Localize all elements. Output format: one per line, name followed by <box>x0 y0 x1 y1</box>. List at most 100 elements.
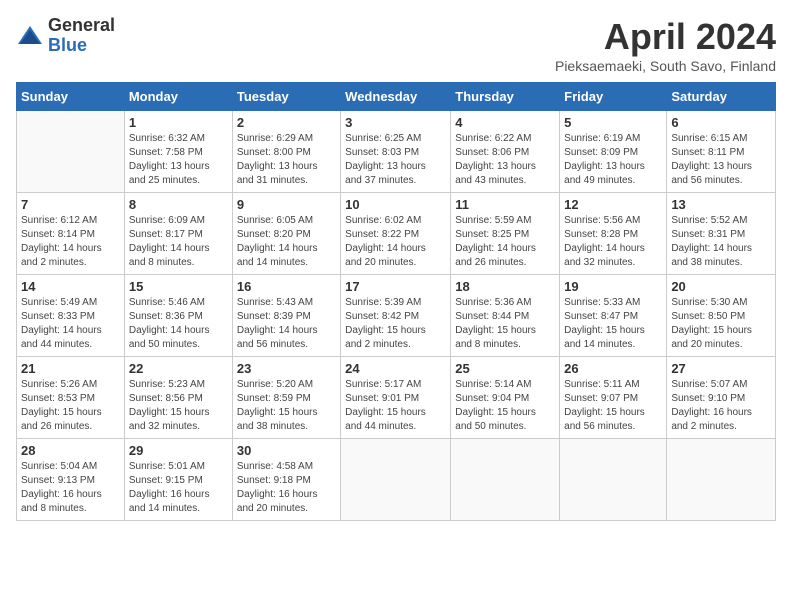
calendar-cell <box>667 439 776 521</box>
day-info: Sunrise: 5:01 AMSunset: 9:15 PMDaylight:… <box>129 460 228 516</box>
calendar-cell: 28Sunrise: 5:04 AMSunset: 9:13 PMDayligh… <box>17 439 125 521</box>
day-info: Sunrise: 5:56 AMSunset: 8:28 PMDaylight:… <box>564 214 662 270</box>
calendar-week-row: 1Sunrise: 6:32 AMSunset: 7:58 PMDaylight… <box>17 111 776 193</box>
day-info: Sunrise: 6:09 AMSunset: 8:17 PMDaylight:… <box>129 214 228 270</box>
calendar-cell: 11 Sunrise: 5:59 AMSunset: 8:25 PMDayligh… <box>451 193 560 275</box>
calendar-header-saturday: Saturday <box>667 83 776 111</box>
calendar-cell <box>17 111 125 193</box>
day-number: 14 <box>21 279 120 294</box>
calendar-cell: 2 Sunrise: 6:29 AMSunset: 8:00 PMDaylight… <box>232 111 340 193</box>
calendar-header-wednesday: Wednesday <box>341 83 451 111</box>
day-number: 8 <box>129 197 228 212</box>
logo: General Blue <box>16 16 115 56</box>
day-number: 19 <box>564 279 662 294</box>
day-info: Sunrise: 5:33 AMSunset: 8:47 PMDaylight:… <box>564 296 662 352</box>
day-info: Sunrise: 6:12 AMSunset: 8:14 PMDaylight:… <box>21 214 120 270</box>
calendar-cell: 15Sunrise: 5:46 AMSunset: 8:36 PMDayligh… <box>124 275 232 357</box>
day-info: Sunrise: 5:17 AMSunset: 9:01 PMDaylight:… <box>345 378 446 434</box>
day-info: Sunrise: 6:05 AMSunset: 8:20 PMDaylight:… <box>237 214 336 270</box>
calendar-cell: 16 Sunrise: 5:43 AMSunset: 8:39 PMDayligh… <box>232 275 340 357</box>
calendar-cell: 3Sunrise: 6:25 AMSunset: 8:03 PMDaylight… <box>341 111 451 193</box>
day-number: 13 <box>671 197 771 212</box>
calendar-week-row: 28Sunrise: 5:04 AMSunset: 9:13 PMDayligh… <box>17 439 776 521</box>
day-number: 9 <box>237 197 336 212</box>
day-info: Sunrise: 6:19 AMSunset: 8:09 PMDaylight:… <box>564 132 662 188</box>
day-info: Sunrise: 5:07 AMSunset: 9:10 PMDaylight:… <box>671 378 771 434</box>
day-number: 4 <box>455 115 555 130</box>
calendar-table: SundayMondayTuesdayWednesdayThursdayFrid… <box>16 82 776 521</box>
day-info: Sunrise: 4:58 AMSunset: 9:18 PMDaylight:… <box>237 460 336 516</box>
day-number: 12 <box>564 197 662 212</box>
day-info: Sunrise: 6:29 AMSunset: 8:00 PMDaylight:… <box>237 132 336 188</box>
calendar-cell: 17Sunrise: 5:39 AMSunset: 8:42 PMDayligh… <box>341 275 451 357</box>
calendar-cell: 18Sunrise: 5:36 AMSunset: 8:44 PMDayligh… <box>451 275 560 357</box>
day-number: 23 <box>237 361 336 376</box>
day-number: 25 <box>455 361 555 376</box>
calendar-header-tuesday: Tuesday <box>232 83 340 111</box>
day-info: Sunrise: 5:59 AMSunset: 8:25 PMDaylight:… <box>455 214 555 270</box>
day-info: Sunrise: 5:26 AMSunset: 8:53 PMDaylight:… <box>21 378 120 434</box>
day-info: Sunrise: 5:11 AMSunset: 9:07 PMDaylight:… <box>564 378 662 434</box>
calendar-week-row: 7 Sunrise: 6:12 AMSunset: 8:14 PMDaylight… <box>17 193 776 275</box>
day-number: 21 <box>21 361 120 376</box>
day-number: 11 <box>455 197 555 212</box>
page-header: General Blue April 2024 Pieksaemaeki, So… <box>16 16 776 74</box>
calendar-cell: 6 Sunrise: 6:15 AMSunset: 8:11 PMDaylight… <box>667 111 776 193</box>
title-block: April 2024 Pieksaemaeki, South Savo, Fin… <box>555 16 776 74</box>
calendar-header-sunday: Sunday <box>17 83 125 111</box>
calendar-cell: 22 Sunrise: 5:23 AMSunset: 8:56 PMDayligh… <box>124 357 232 439</box>
calendar-cell: 20Sunrise: 5:30 AMSunset: 8:50 PMDayligh… <box>667 275 776 357</box>
calendar-cell: 24 Sunrise: 5:17 AMSunset: 9:01 PMDayligh… <box>341 357 451 439</box>
calendar-cell: 4 Sunrise: 6:22 AMSunset: 8:06 PMDaylight… <box>451 111 560 193</box>
calendar-cell: 30 Sunrise: 4:58 AMSunset: 9:18 PMDayligh… <box>232 439 340 521</box>
day-info: Sunrise: 6:22 AMSunset: 8:06 PMDaylight:… <box>455 132 555 188</box>
day-info: Sunrise: 6:15 AMSunset: 8:11 PMDaylight:… <box>671 132 771 188</box>
logo-text: General Blue <box>48 16 115 56</box>
logo-blue: Blue <box>48 36 115 56</box>
day-number: 20 <box>671 279 771 294</box>
calendar-cell <box>451 439 560 521</box>
day-number: 7 <box>21 197 120 212</box>
day-number: 5 <box>564 115 662 130</box>
day-info: Sunrise: 5:46 AMSunset: 8:36 PMDaylight:… <box>129 296 228 352</box>
calendar-cell: 29 Sunrise: 5:01 AMSunset: 9:15 PMDayligh… <box>124 439 232 521</box>
day-info: Sunrise: 5:43 AMSunset: 8:39 PMDaylight:… <box>237 296 336 352</box>
day-number: 24 <box>345 361 446 376</box>
logo-icon <box>16 22 44 50</box>
calendar-cell: 25 Sunrise: 5:14 AMSunset: 9:04 PMDayligh… <box>451 357 560 439</box>
day-number: 30 <box>237 443 336 458</box>
day-number: 2 <box>237 115 336 130</box>
calendar-header-thursday: Thursday <box>451 83 560 111</box>
calendar-cell: 27 Sunrise: 5:07 AMSunset: 9:10 PMDayligh… <box>667 357 776 439</box>
day-number: 16 <box>237 279 336 294</box>
day-number: 10 <box>345 197 446 212</box>
calendar-cell: 9 Sunrise: 6:05 AMSunset: 8:20 PMDaylight… <box>232 193 340 275</box>
calendar-week-row: 14Sunrise: 5:49 AMSunset: 8:33 PMDayligh… <box>17 275 776 357</box>
day-number: 6 <box>671 115 771 130</box>
calendar-header-monday: Monday <box>124 83 232 111</box>
month-year: April 2024 <box>555 16 776 58</box>
day-number: 22 <box>129 361 228 376</box>
calendar-cell <box>560 439 667 521</box>
location: Pieksaemaeki, South Savo, Finland <box>555 58 776 74</box>
calendar-week-row: 21 Sunrise: 5:26 AMSunset: 8:53 PMDayligh… <box>17 357 776 439</box>
calendar-cell: 13Sunrise: 5:52 AMSunset: 8:31 PMDayligh… <box>667 193 776 275</box>
calendar-header-friday: Friday <box>560 83 667 111</box>
day-info: Sunrise: 5:04 AMSunset: 9:13 PMDaylight:… <box>21 460 120 516</box>
calendar-cell <box>341 439 451 521</box>
calendar-cell: 12 Sunrise: 5:56 AMSunset: 8:28 PMDayligh… <box>560 193 667 275</box>
day-info: Sunrise: 6:32 AMSunset: 7:58 PMDaylight:… <box>129 132 228 188</box>
day-info: Sunrise: 5:23 AMSunset: 8:56 PMDaylight:… <box>129 378 228 434</box>
calendar-cell: 7 Sunrise: 6:12 AMSunset: 8:14 PMDaylight… <box>17 193 125 275</box>
calendar-cell: 23Sunrise: 5:20 AMSunset: 8:59 PMDayligh… <box>232 357 340 439</box>
day-info: Sunrise: 5:39 AMSunset: 8:42 PMDaylight:… <box>345 296 446 352</box>
day-number: 3 <box>345 115 446 130</box>
day-number: 29 <box>129 443 228 458</box>
calendar-cell: 10Sunrise: 6:02 AMSunset: 8:22 PMDayligh… <box>341 193 451 275</box>
calendar-cell: 8 Sunrise: 6:09 AMSunset: 8:17 PMDaylight… <box>124 193 232 275</box>
day-info: Sunrise: 5:14 AMSunset: 9:04 PMDaylight:… <box>455 378 555 434</box>
calendar-cell: 1Sunrise: 6:32 AMSunset: 7:58 PMDaylight… <box>124 111 232 193</box>
calendar-cell: 21 Sunrise: 5:26 AMSunset: 8:53 PMDayligh… <box>17 357 125 439</box>
day-number: 27 <box>671 361 771 376</box>
calendar-cell: 5 Sunrise: 6:19 AMSunset: 8:09 PMDaylight… <box>560 111 667 193</box>
